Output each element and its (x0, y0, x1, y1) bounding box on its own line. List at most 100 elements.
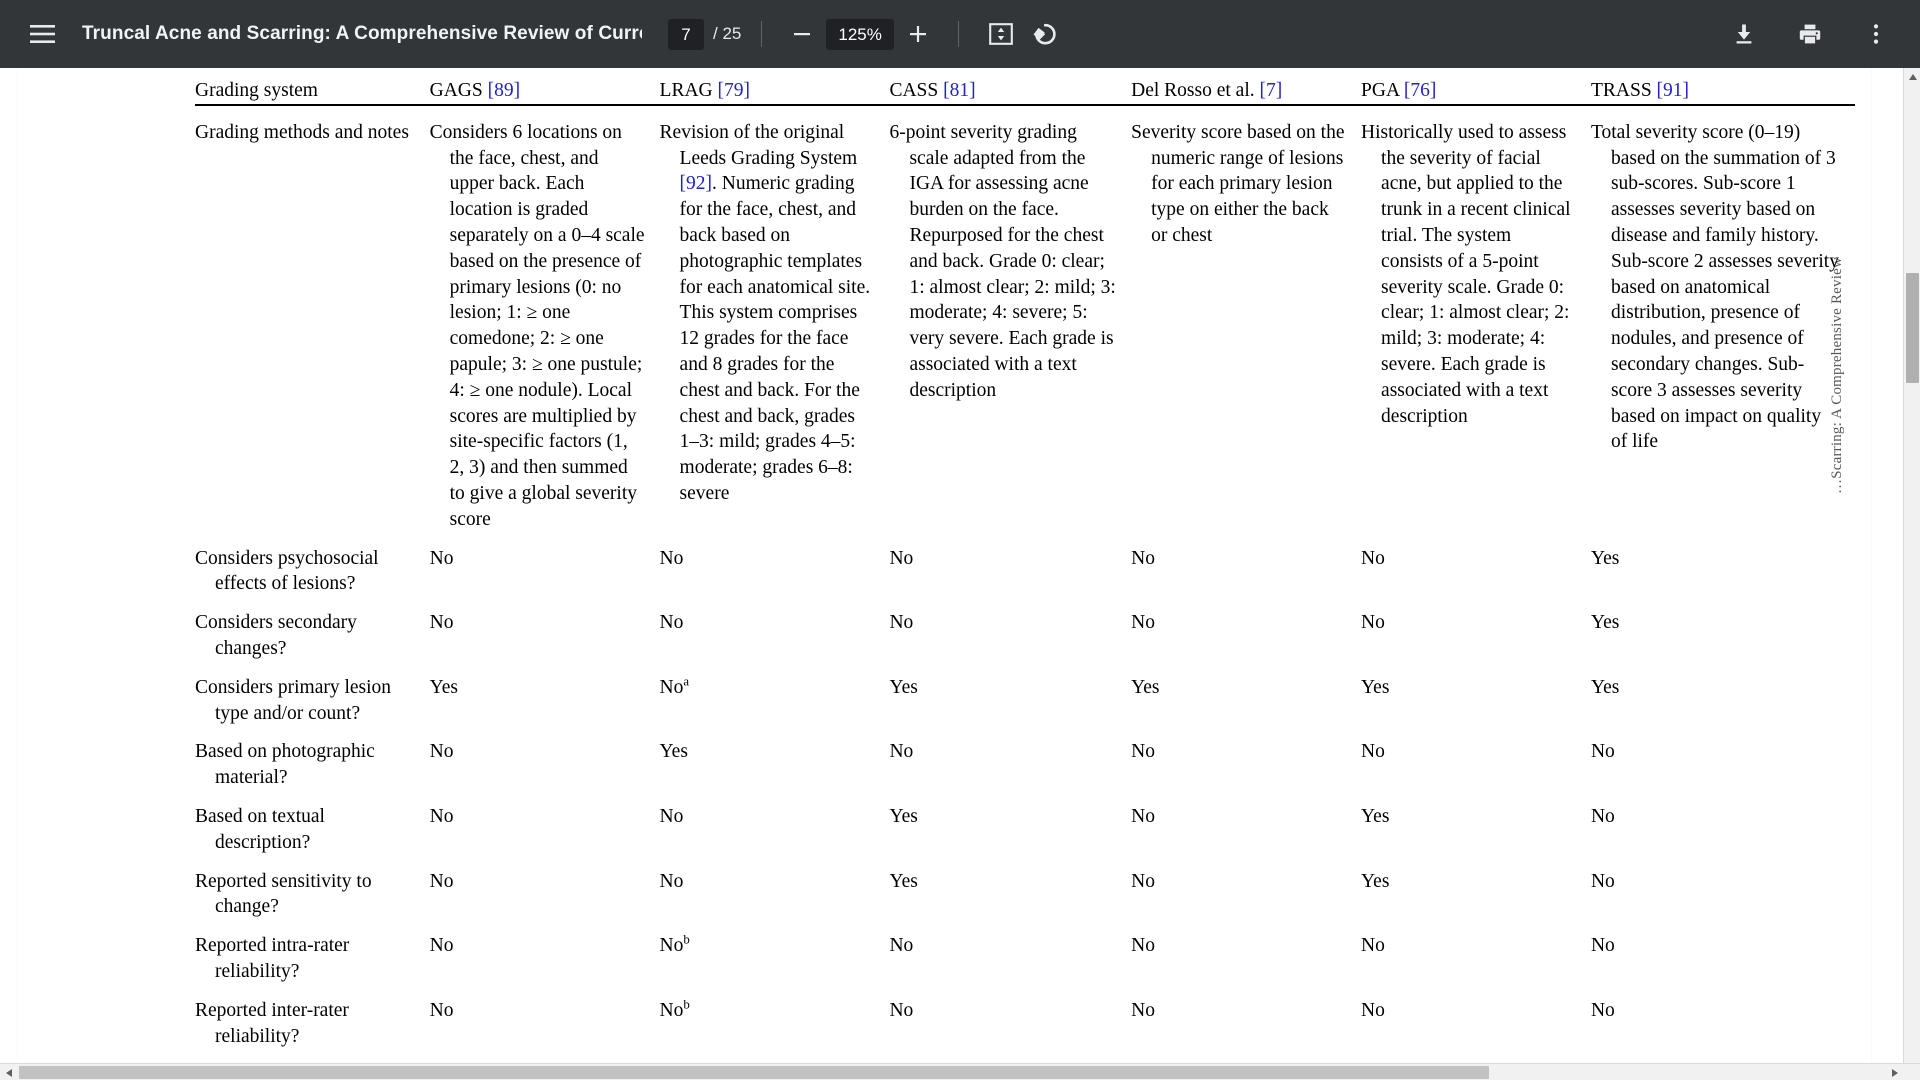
pdf-viewer-area[interactable]: …Scarring: A Comprehensive Review Gradin… (0, 68, 1920, 1080)
table-cell: Yes (660, 726, 890, 791)
table-cell: No (430, 985, 660, 1064)
page-navigation: 7 / 25 (668, 19, 741, 50)
table-cell: Nob (660, 985, 890, 1064)
table-cell: Yes (889, 662, 1131, 727)
scroll-right-arrow[interactable] (1886, 1064, 1903, 1081)
pdf-viewer-toolbar: Truncal Acne and Scarring: A Comprehensi… (0, 0, 1920, 68)
table-cell: No (1131, 791, 1361, 856)
vertical-scrollbar[interactable] (1903, 68, 1920, 1080)
download-icon[interactable] (1722, 12, 1766, 56)
table-cell: Historically used to assess the severity… (1361, 105, 1591, 533)
table-cell: Nob (660, 920, 890, 985)
table-row: Reported sensitivity to change?NoNoYesNo… (195, 856, 1855, 921)
row-label: Grading methods and notes (195, 105, 430, 533)
table-cell: No (430, 920, 660, 985)
table-cell: No (1361, 920, 1591, 985)
page-number-input[interactable]: 7 (668, 19, 704, 50)
horizontal-scrollbar-thumb[interactable] (19, 1066, 1489, 1079)
table-cell: Yes (1591, 662, 1855, 727)
column-header-trass: TRASS [91] (1591, 78, 1855, 105)
column-header-gags: GAGS [89] (430, 78, 660, 105)
rotate-counterclockwise-icon[interactable] (1023, 12, 1067, 56)
hamburger-menu-icon[interactable] (20, 12, 64, 56)
scroll-left-arrow[interactable] (0, 1064, 17, 1081)
footnote-marker: a (683, 674, 689, 688)
column-header-grading-system: Grading system (195, 78, 430, 105)
table-cell: No (660, 533, 890, 598)
table-row: Based on textual description?NoNoYesNoYe… (195, 791, 1855, 856)
grading-systems-table: Grading system GAGS [89] LRAG [79] CASS … (195, 78, 1855, 1064)
table-cell: No (1131, 533, 1361, 598)
fit-to-page-icon[interactable] (979, 12, 1023, 56)
row-label: Reported intra-rater reliability? (195, 920, 430, 985)
table-cell: Yes (1361, 791, 1591, 856)
table-cell: 6-point severity grading scale adapted f… (889, 105, 1131, 533)
table-cell: Yes (1361, 856, 1591, 921)
table-cell: Revision of the original Leeds Grading S… (660, 105, 890, 533)
zoom-level-value[interactable]: 125% (826, 19, 893, 50)
table-row: Grading methods and notesConsiders 6 loc… (195, 105, 1855, 533)
table-cell: No (1591, 856, 1855, 921)
table-cell: No (660, 597, 890, 662)
table-cell: No (1131, 920, 1361, 985)
horizontal-scrollbar[interactable] (0, 1063, 1920, 1080)
table-cell: No (1131, 985, 1361, 1064)
toolbar-right-actions (1700, 12, 1898, 56)
table-cell: No (1131, 726, 1361, 791)
table-row: Based on photographic material?NoYesNoNo… (195, 726, 1855, 791)
table-body: Grading methods and notesConsiders 6 loc… (195, 105, 1855, 1064)
toolbar-divider (761, 21, 762, 47)
citation-link[interactable]: [91] (1657, 80, 1690, 101)
table-cell: No (1131, 597, 1361, 662)
pdf-page: …Scarring: A Comprehensive Review Gradin… (18, 68, 1871, 1080)
citation-link[interactable]: [79] (718, 80, 751, 101)
table-cell: No (430, 597, 660, 662)
scroll-up-arrow[interactable] (1904, 68, 1920, 85)
table-row: Considers primary lesion type and/or cou… (195, 662, 1855, 727)
table-cell: Noa (660, 662, 890, 727)
table-cell: No (889, 597, 1131, 662)
zoom-in-button[interactable] (898, 14, 938, 54)
table-cell: No (430, 726, 660, 791)
table-cell: Considers 6 locations on the face, chest… (430, 105, 660, 533)
table-cell: Yes (430, 662, 660, 727)
table-cell: Yes (1361, 662, 1591, 727)
table-cell: No (889, 920, 1131, 985)
vertical-scrollbar-thumb[interactable] (1906, 273, 1919, 383)
column-header-del-rosso: Del Rosso et al. [7] (1131, 78, 1361, 105)
citation-link[interactable]: [92] (680, 173, 713, 194)
citation-link[interactable]: [7] (1259, 80, 1282, 101)
table-cell: No (430, 856, 660, 921)
citation-link[interactable]: [76] (1404, 80, 1437, 101)
row-label: Based on textual description? (195, 791, 430, 856)
table-row: Reported intra-rater reliability?NoNobNo… (195, 920, 1855, 985)
row-label: Considers secondary changes? (195, 597, 430, 662)
table-cell: No (660, 791, 890, 856)
citation-link[interactable]: [89] (488, 80, 521, 101)
table-cell: No (1361, 985, 1591, 1064)
citation-link[interactable]: [81] (943, 80, 976, 101)
column-header-cass: CASS [81] (889, 78, 1131, 105)
row-label: Based on photographic material? (195, 726, 430, 791)
print-icon[interactable] (1788, 12, 1832, 56)
table-cell: Severity score based on the numeric rang… (1131, 105, 1361, 533)
table-cell: No (430, 791, 660, 856)
row-label: Reported inter-rater reliability? (195, 985, 430, 1064)
column-header-lrag: LRAG [79] (660, 78, 890, 105)
table-cell: No (1131, 856, 1361, 921)
table-row: Reported inter-rater reliability?NoNobNo… (195, 985, 1855, 1064)
zoom-out-button[interactable] (782, 14, 822, 54)
table-cell: No (889, 985, 1131, 1064)
table-row: Considers psychosocial effects of lesion… (195, 533, 1855, 598)
more-options-icon[interactable] (1854, 12, 1898, 56)
row-label: Considers primary lesion type and/or cou… (195, 662, 430, 727)
table-cell: No (889, 726, 1131, 791)
document-title: Truncal Acne and Scarring: A Comprehensi… (82, 23, 642, 45)
table-cell: No (1361, 726, 1591, 791)
table-cell: No (430, 533, 660, 598)
table-cell: No (889, 533, 1131, 598)
row-label: Considers psychosocial effects of lesion… (195, 533, 430, 598)
table-cell: No (1591, 791, 1855, 856)
column-header-pga: PGA [76] (1361, 78, 1591, 105)
table-cell: No (1591, 726, 1855, 791)
